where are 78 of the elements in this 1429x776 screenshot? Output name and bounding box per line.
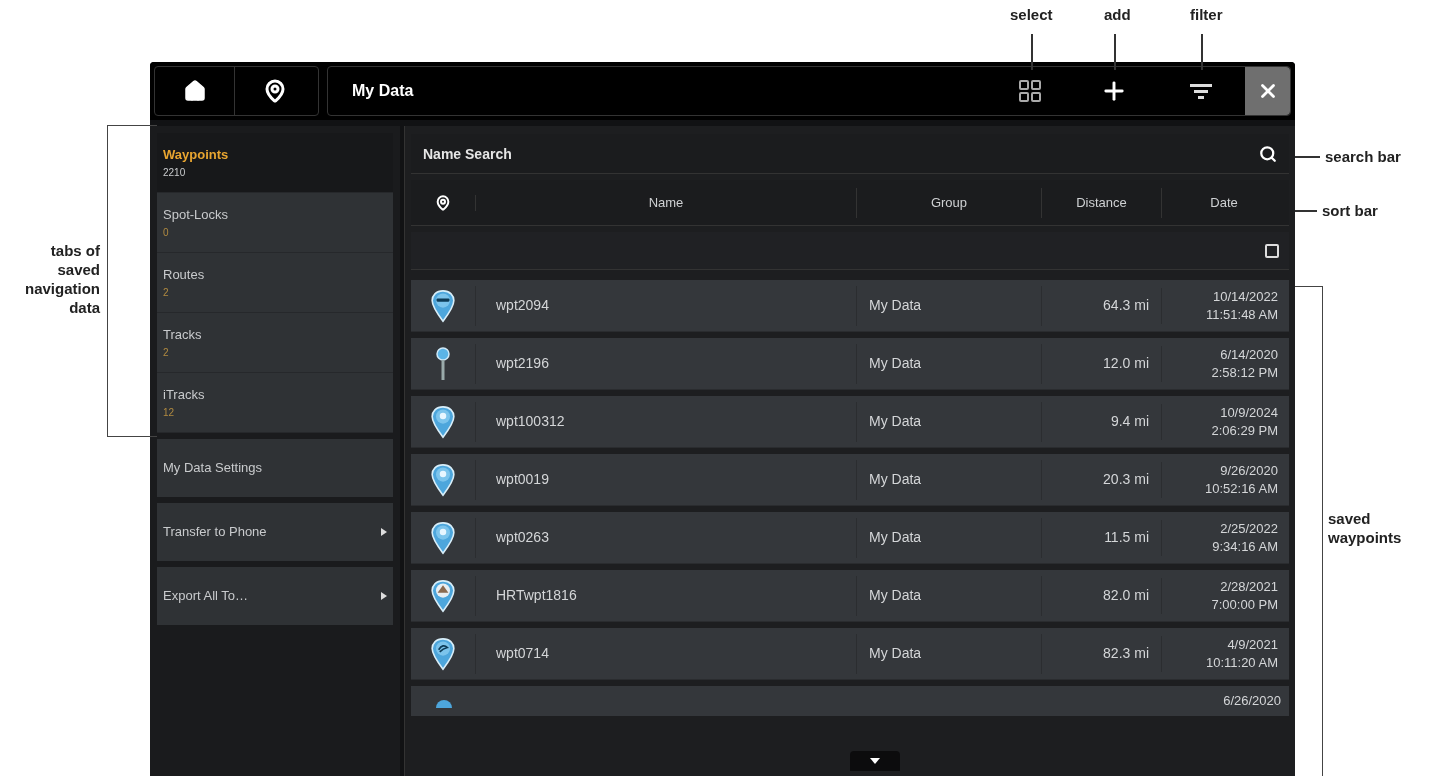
group-cell: My Data bbox=[856, 343, 1041, 384]
callout-label: select bbox=[1010, 5, 1053, 25]
sidebar-button[interactable]: My Data Settings bbox=[157, 439, 393, 497]
time-cell: 2:58:12 PM bbox=[1211, 363, 1278, 382]
close-button[interactable] bbox=[1245, 67, 1290, 115]
caret-down-icon bbox=[870, 758, 880, 764]
waypoint-name: wpt2196 bbox=[495, 354, 550, 373]
waypoint-row[interactable]: HRTwpt1816 My Data 82.0 mi 2/28/2021 7:00:00 PM bbox=[411, 570, 1289, 622]
callout-label: search bar bbox=[1325, 147, 1401, 166]
distance-cell: 9.4 mi bbox=[1041, 401, 1161, 442]
waypoint-name: wpt100312 bbox=[495, 412, 566, 431]
time-cell: 10:11:20 AM bbox=[1205, 653, 1278, 672]
home-icon bbox=[182, 79, 207, 103]
map-pin-icon bbox=[430, 288, 456, 323]
waypoint-row[interactable]: wpt100312 My Data 9.4 mi 10/9/2024 2:06:29 PM bbox=[411, 396, 1289, 448]
map-pin-icon bbox=[435, 194, 451, 211]
date-cell: 2/28/2021 bbox=[1220, 577, 1278, 596]
waypoint-name: wpt0263 bbox=[495, 528, 550, 547]
group-cell: My Data bbox=[856, 285, 1041, 326]
date-cell: 10/14/2022 bbox=[1212, 287, 1278, 306]
search-icon bbox=[1259, 145, 1277, 163]
distance-cell: 12.0 mi bbox=[1041, 343, 1161, 384]
data-tab[interactable]: Waypoints 2210 bbox=[157, 133, 393, 193]
map-pin-icon bbox=[430, 520, 456, 555]
grid-select-icon bbox=[1018, 79, 1042, 103]
group-cell: My Data bbox=[856, 459, 1041, 500]
distance-cell: 20.3 mi bbox=[1041, 459, 1161, 500]
sidebar-button[interactable]: Export All To… bbox=[157, 567, 393, 625]
waypoint-row[interactable]: 6/26/2020 bbox=[411, 686, 1289, 716]
sort-column[interactable]: Date bbox=[1161, 187, 1286, 218]
map-pin-icon bbox=[430, 578, 456, 613]
group-cell: My Data bbox=[856, 401, 1041, 442]
scroll-down-button[interactable] bbox=[850, 751, 900, 771]
waypoint-name: wpt0714 bbox=[495, 644, 550, 663]
time-cell: 11:51:48 AM bbox=[1205, 305, 1278, 324]
callout-label: add bbox=[1104, 5, 1131, 25]
waypoint-name: HRTwpt1816 bbox=[495, 586, 578, 605]
map-pin-icon bbox=[430, 404, 456, 439]
date-cell: 6/14/2020 bbox=[1220, 345, 1278, 364]
pin-icon bbox=[435, 346, 451, 381]
filter-icon bbox=[1190, 82, 1212, 100]
date-cell-text: 6/26/2020 bbox=[1223, 692, 1282, 710]
time-cell: 10:52:16 AM bbox=[1205, 479, 1278, 498]
time-cell: 9:34:16 AM bbox=[1212, 537, 1278, 556]
triangle-right-icon bbox=[381, 528, 387, 536]
date-cell: 10/9/2024 bbox=[1220, 403, 1278, 422]
callout-label: filter bbox=[1190, 5, 1223, 25]
group-cell: My Data bbox=[856, 575, 1041, 616]
time-cell: 2:06:29 PM bbox=[1211, 421, 1278, 440]
date-cell: 9/26/2020 bbox=[1220, 461, 1278, 480]
sort-column[interactable]: Distance bbox=[1041, 187, 1161, 218]
waypoint-row[interactable]: wpt0263 My Data 11.5 mi 2/25/2022 9:34:16 AM bbox=[411, 512, 1289, 564]
distance-cell: 11.5 mi bbox=[1041, 517, 1161, 558]
waypoint-row[interactable]: wpt0019 My Data 20.3 mi 9/26/2020 10:52:16 AM bbox=[411, 454, 1289, 506]
callout-label: tabs of saved navigation data bbox=[24, 241, 100, 317]
waypoint-row[interactable]: wpt2094 My Data 64.3 mi 10/14/2022 11:51:48 AM bbox=[411, 280, 1289, 332]
map-pin-icon bbox=[430, 462, 456, 497]
distance-cell: 82.0 mi bbox=[1041, 575, 1161, 616]
select-all-checkbox[interactable] bbox=[1265, 243, 1279, 258]
waypoint-row[interactable]: wpt0714 My Data 82.3 mi 4/9/2021 10:11:20 AM bbox=[411, 628, 1289, 680]
map-pin-icon bbox=[430, 636, 456, 671]
waypoint-row[interactable]: wpt2196 My Data 12.0 mi 6/14/2020 2:58:12 PM bbox=[411, 338, 1289, 390]
waypoint-name: wpt0019 bbox=[495, 470, 550, 489]
date-cell: 2/25/2022 bbox=[1220, 519, 1278, 538]
sidebar-button[interactable]: Transfer to Phone bbox=[157, 503, 393, 561]
callout-label: sort bar bbox=[1322, 201, 1378, 220]
sort-column[interactable]: Name bbox=[476, 187, 856, 218]
map-pin-icon bbox=[263, 79, 287, 103]
date-cell: 4/9/2021 bbox=[1227, 635, 1278, 654]
waypoint-name: wpt2094 bbox=[495, 296, 550, 315]
group-cell: My Data bbox=[856, 517, 1041, 558]
time-cell: 7:00:00 PM bbox=[1211, 595, 1278, 614]
triangle-right-icon bbox=[381, 592, 387, 600]
group-cell: My Data bbox=[856, 633, 1041, 674]
sort-column[interactable]: Group bbox=[856, 187, 1041, 218]
distance-cell: 82.3 mi bbox=[1041, 633, 1161, 674]
distance-cell: 64.3 mi bbox=[1041, 285, 1161, 326]
window-title: My Data bbox=[352, 81, 415, 101]
